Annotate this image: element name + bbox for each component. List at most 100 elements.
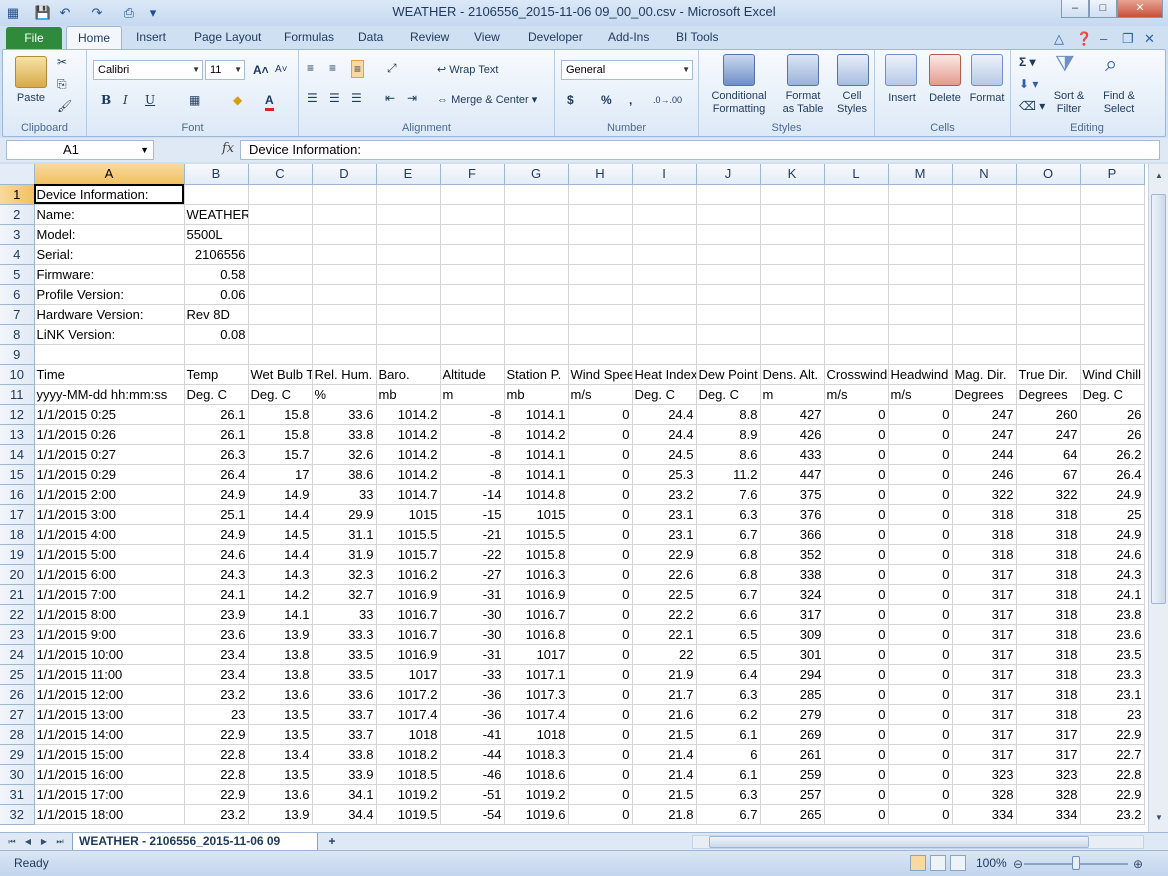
cell[interactable]: 0 <box>888 424 953 445</box>
cell[interactable] <box>760 304 825 325</box>
cell[interactable]: Deg. C <box>1080 384 1145 405</box>
cell[interactable] <box>248 344 313 365</box>
cell[interactable]: 0 <box>888 504 953 525</box>
cell[interactable] <box>1016 184 1081 205</box>
align-center-icon[interactable]: ☰ <box>329 90 340 106</box>
cell[interactable]: 0 <box>824 644 889 665</box>
cell[interactable]: 6.7 <box>696 584 761 605</box>
cell[interactable]: 5500L <box>184 224 249 245</box>
name-box[interactable]: A1 ▼ <box>6 140 154 160</box>
cell[interactable]: 0 <box>824 604 889 625</box>
cell[interactable]: 279 <box>760 704 825 725</box>
insert-button[interactable]: Insert <box>879 92 925 105</box>
cell[interactable]: 1/1/2015 5:00 <box>34 544 185 565</box>
cell[interactable]: 13.8 <box>248 644 313 665</box>
cell[interactable]: 0 <box>568 604 633 625</box>
cell[interactable] <box>824 224 889 245</box>
cell[interactable] <box>248 184 313 205</box>
cell[interactable] <box>440 184 505 205</box>
cell[interactable]: 0 <box>568 584 633 605</box>
cell[interactable]: -14 <box>440 484 505 505</box>
tab-insert[interactable]: Insert <box>136 30 166 44</box>
cell[interactable]: 22 <box>632 644 697 665</box>
cell[interactable]: 8.8 <box>696 404 761 425</box>
row-header[interactable]: 22 <box>0 604 35 625</box>
cell[interactable]: 32.3 <box>312 564 377 585</box>
cell[interactable]: 318 <box>1016 684 1081 705</box>
cell[interactable]: 15.8 <box>248 424 313 445</box>
cell[interactable] <box>376 324 441 345</box>
cell[interactable]: 0 <box>888 404 953 425</box>
cell[interactable]: 22.9 <box>1080 724 1145 745</box>
cell[interactable] <box>568 184 633 205</box>
sort-filter-icon[interactable]: ⧩ <box>1055 53 1075 75</box>
cell[interactable]: 1/1/2015 14:00 <box>34 724 185 745</box>
cell[interactable]: -30 <box>440 624 505 645</box>
cell[interactable]: 64 <box>1016 444 1081 465</box>
cell[interactable] <box>312 304 377 325</box>
cell[interactable] <box>888 304 953 325</box>
cell[interactable]: 0 <box>568 404 633 425</box>
cell[interactable]: 25.3 <box>632 464 697 485</box>
cell[interactable]: 247 <box>952 424 1017 445</box>
cell[interactable]: 24.9 <box>1080 524 1145 545</box>
row-header[interactable]: 6 <box>0 284 35 305</box>
cell[interactable] <box>1016 324 1081 345</box>
cell[interactable]: 0 <box>568 784 633 805</box>
cell[interactable]: Deg. C <box>696 384 761 405</box>
cell[interactable]: 426 <box>760 424 825 445</box>
cell[interactable]: m/s <box>568 384 633 405</box>
conditional-formatting-button[interactable]: Conditional Formatting <box>703 90 775 116</box>
cell[interactable]: Baro. <box>376 364 441 385</box>
cell[interactable]: -36 <box>440 704 505 725</box>
cell[interactable]: 318 <box>1016 564 1081 585</box>
cell[interactable] <box>888 324 953 345</box>
cell[interactable]: 26.4 <box>1080 464 1145 485</box>
cell[interactable] <box>760 204 825 225</box>
cell[interactable] <box>888 264 953 285</box>
cell[interactable]: 22.9 <box>632 544 697 565</box>
cell[interactable]: 24.1 <box>184 584 249 605</box>
cell[interactable]: 23.4 <box>184 664 249 685</box>
cell[interactable] <box>312 264 377 285</box>
cell[interactable]: 318 <box>1016 664 1081 685</box>
cell[interactable]: 0 <box>888 744 953 765</box>
zoom-level[interactable]: 100% <box>976 856 1007 870</box>
cell[interactable]: 33.5 <box>312 664 377 685</box>
cell[interactable] <box>376 344 441 365</box>
cell[interactable] <box>952 264 1017 285</box>
row-header[interactable]: 7 <box>0 304 35 325</box>
cell[interactable] <box>824 324 889 345</box>
cell[interactable]: 21.7 <box>632 684 697 705</box>
cell[interactable]: 317 <box>952 624 1017 645</box>
cell[interactable]: 29.9 <box>312 504 377 525</box>
row-header[interactable]: 16 <box>0 484 35 505</box>
cell[interactable]: 0 <box>824 764 889 785</box>
cell[interactable]: 318 <box>1016 544 1081 565</box>
cell[interactable]: 1/1/2015 7:00 <box>34 584 185 605</box>
cell[interactable]: 13.6 <box>248 684 313 705</box>
clear-icon[interactable]: ⌫ ▾ <box>1019 98 1045 114</box>
column-header[interactable]: D <box>312 164 377 185</box>
cut-icon[interactable]: ✂ <box>57 54 67 70</box>
cell[interactable]: Wet Bulb Temp <box>248 364 313 385</box>
align-middle-icon[interactable]: ≡ <box>329 60 336 76</box>
cell[interactable]: 1/1/2015 18:00 <box>34 804 185 825</box>
cell[interactable] <box>1080 284 1145 305</box>
cell[interactable]: 0 <box>568 744 633 765</box>
cell[interactable]: Mag. Dir. <box>952 364 1017 385</box>
cell[interactable]: 318 <box>1016 624 1081 645</box>
cell[interactable]: 0 <box>568 424 633 445</box>
cell[interactable]: 1017.2 <box>376 684 441 705</box>
cell[interactable]: 22.8 <box>184 744 249 765</box>
cell[interactable]: -21 <box>440 524 505 545</box>
cell[interactable]: 1014.2 <box>376 424 441 445</box>
cell[interactable]: 1/1/2015 8:00 <box>34 604 185 625</box>
cell[interactable]: 22.6 <box>632 564 697 585</box>
cell[interactable]: 23.6 <box>1080 624 1145 645</box>
cell[interactable] <box>824 304 889 325</box>
cell[interactable]: 13.6 <box>248 784 313 805</box>
column-header[interactable]: C <box>248 164 313 185</box>
cell[interactable]: 0 <box>568 764 633 785</box>
cell[interactable]: 0 <box>888 624 953 645</box>
